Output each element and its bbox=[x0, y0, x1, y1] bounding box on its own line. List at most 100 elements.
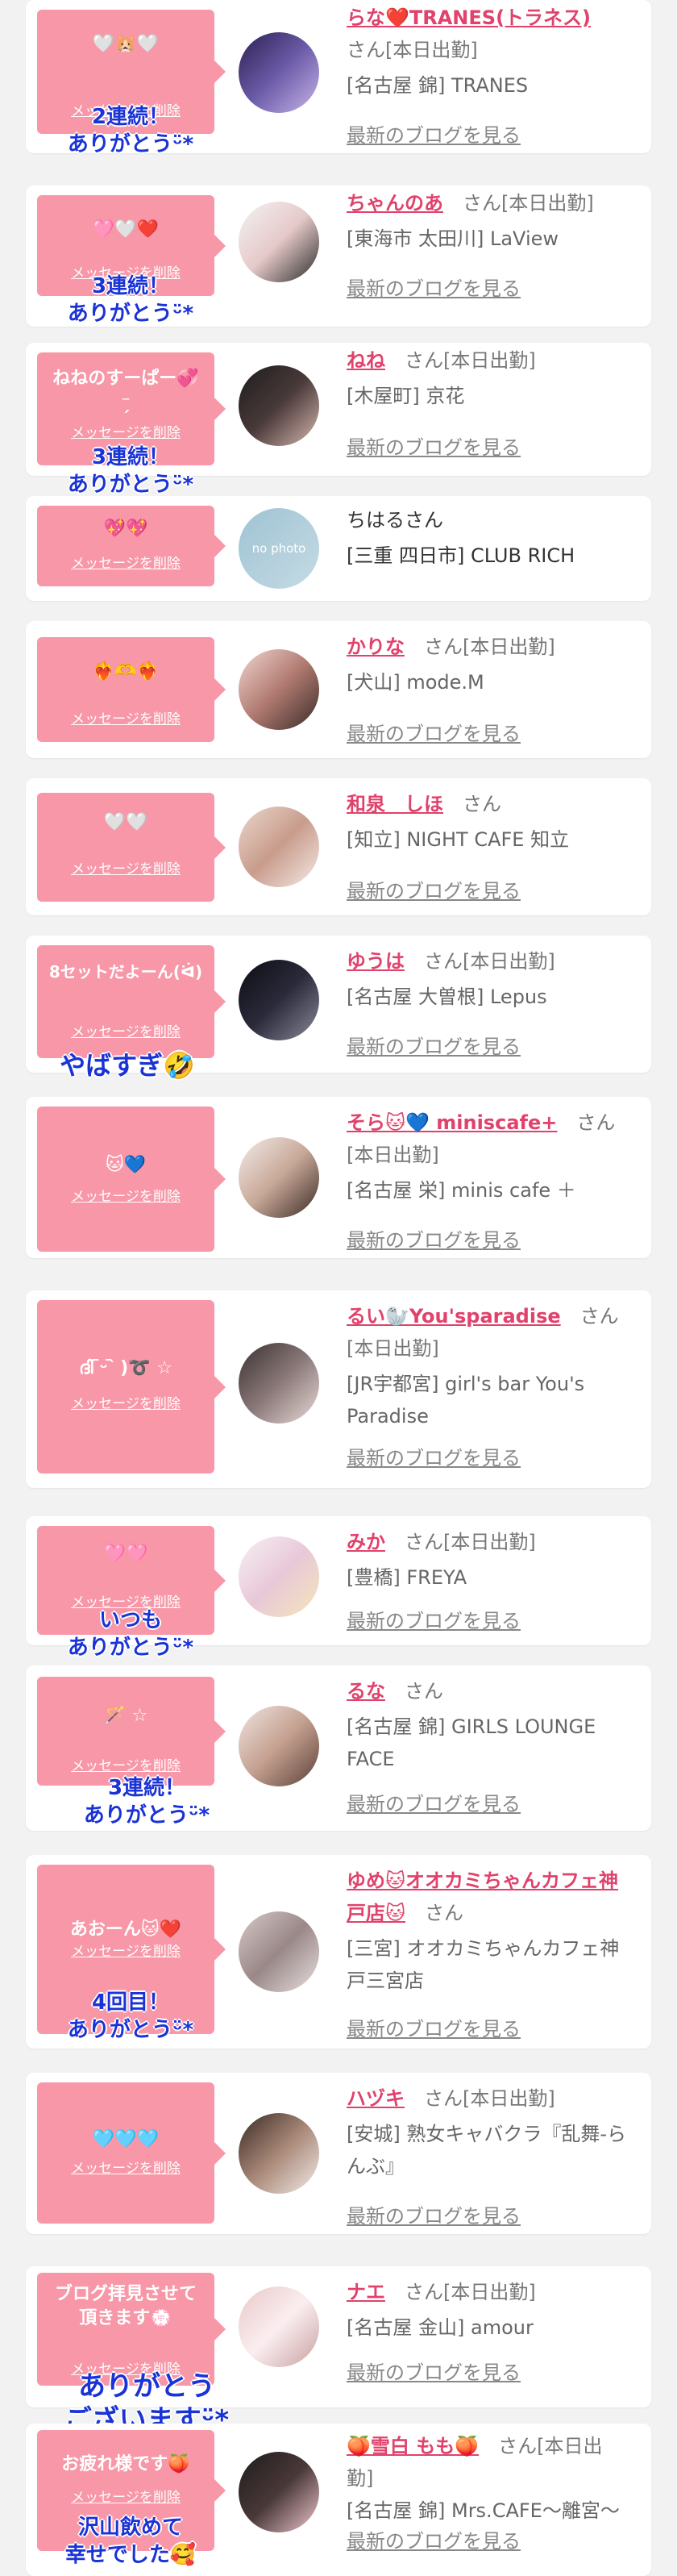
delete-message-button[interactable]: メッセージを削除 bbox=[37, 1392, 214, 1412]
cast-name-link[interactable]: ゆめ🐱オオカミちゃんカフェ神戸店🐱 bbox=[347, 1869, 618, 1924]
cast-name-link[interactable]: かりな bbox=[347, 636, 405, 658]
cast-suffix: さん[本日出勤] bbox=[405, 1531, 536, 1553]
cast-info: ゆうは さん[本日出勤] [名古屋 大曽根] Lepus bbox=[347, 945, 627, 1013]
avatar[interactable]: no photo bbox=[239, 508, 319, 589]
thanks-overlay-text: 3連続！ ありがとうᵕ̈* bbox=[83, 1776, 210, 1828]
delete-message-button[interactable]: メッセージを削除 bbox=[37, 552, 214, 572]
cast-name-link[interactable]: るい🦭You'sparadise bbox=[347, 1305, 561, 1328]
cast-info: 🍑雪白 もも🍑 さん[本日出勤] [名古屋 錦] Mrs.CAFE〜離宮〜 bbox=[347, 2430, 627, 2527]
cast-name-link[interactable]: ちゃんのあ bbox=[347, 192, 443, 215]
avatar[interactable] bbox=[239, 1343, 319, 1423]
message-bubble: ブログ拝見させて 頂きます💮 メッセージを削除 bbox=[37, 2273, 226, 2386]
message-bubble: ❤️‍🔥🫶❤️‍🔥 メッセージを削除 bbox=[37, 637, 226, 742]
cast-info: みか さん[本日出勤] [豊橋] FREYA bbox=[347, 1526, 627, 1594]
cast-name-line: ナエ さん[本日出勤] bbox=[347, 2276, 627, 2308]
cast-suffix: さん[本日出勤] bbox=[424, 950, 555, 973]
avatar[interactable] bbox=[239, 2113, 319, 2194]
avatar[interactable] bbox=[239, 1911, 319, 1992]
latest-blog-link[interactable]: 最新のブログを見る bbox=[347, 718, 521, 746]
avatar[interactable] bbox=[239, 365, 319, 446]
message-text: ブログ拝見させて 頂きます💮 bbox=[54, 2284, 197, 2328]
message-bubble: 8セットだよーん(ᐛ) メッセージを削除 bbox=[37, 945, 226, 1058]
avatar-label: no photo bbox=[251, 541, 306, 556]
cast-info: るな さん [名古屋 錦] GIRLS LOUNGE FACE bbox=[347, 1675, 627, 1775]
cast-name: ちはる bbox=[347, 509, 405, 531]
cast-name-line: かりな さん[本日出勤] bbox=[347, 631, 627, 663]
message-text: お疲れ様です🍑 bbox=[61, 2454, 190, 2474]
latest-blog-link[interactable]: 最新のブログを見る bbox=[347, 875, 521, 903]
latest-blog-link[interactable]: 最新のブログを見る bbox=[347, 2013, 521, 2041]
cast-info: ちゃんのあ さん[本日出勤] [東海市 太田川] LaView bbox=[347, 187, 627, 255]
message-card: お疲れ様です🍑 メッセージを削除 沢山飲めて 幸せでした🥰 🍑雪白 もも🍑 さん… bbox=[26, 2424, 651, 2576]
message-card: 💖💖 メッセージを削除 no photo ちはるさん [三重 四日市] CLUB… bbox=[26, 496, 651, 601]
avatar[interactable] bbox=[239, 32, 319, 113]
delete-message-button[interactable]: メッセージを削除 bbox=[37, 1020, 214, 1040]
message-card: 8セットだよーん(ᐛ) メッセージを削除 やばすぎ🤣 ゆうは さん[本日出勤] … bbox=[26, 936, 651, 1081]
shop-info: [犬山] mode.M bbox=[347, 671, 484, 694]
message-card: 🐱💙 メッセージを削除 そら🐱💙 miniscafe+ さん[本日出勤] [名古… bbox=[26, 1097, 651, 1258]
cast-name-link[interactable]: るな bbox=[347, 1680, 385, 1703]
message-bubble: 💖💖 メッセージを削除 bbox=[37, 506, 226, 586]
latest-blog-link[interactable]: 最新のブログを見る bbox=[347, 119, 521, 148]
latest-blog-link[interactable]: 最新のブログを見る bbox=[347, 1031, 521, 1059]
message-text: あおーん🐱❤️ bbox=[69, 1919, 182, 1940]
latest-blog-link[interactable]: 最新のブログを見る bbox=[347, 2200, 521, 2228]
shop-info: [名古屋 錦] GIRLS LOUNGE FACE bbox=[347, 1715, 596, 1770]
avatar[interactable] bbox=[239, 202, 319, 282]
avatar[interactable] bbox=[239, 807, 319, 887]
cast-name-line: 和泉 しほ さん bbox=[347, 788, 627, 820]
message-card: ねねのすーぱー💞 ⁻̗ メッセージを削除 3連続！ ありがとうᵕ̈* ねね さん… bbox=[26, 343, 651, 497]
delete-message-button[interactable]: メッセージを削除 bbox=[37, 1754, 214, 1774]
cast-name-link[interactable]: ナエ bbox=[347, 2281, 385, 2303]
cast-name-line: ちゃんのあ さん[本日出勤] bbox=[347, 187, 627, 219]
delete-message-button[interactable]: メッセージを削除 bbox=[37, 421, 214, 441]
message-text: 🩷🩷 bbox=[103, 1544, 148, 1564]
avatar[interactable] bbox=[239, 1536, 319, 1617]
shop-info: [名古屋 錦] Mrs.CAFE〜離宮〜 bbox=[347, 2499, 620, 2522]
message-bubble: 🤍🤍 メッセージを削除 bbox=[37, 793, 226, 902]
avatar[interactable] bbox=[239, 649, 319, 730]
cast-name-link[interactable]: そら🐱💙 miniscafe+ bbox=[347, 1111, 557, 1134]
shop-info: [名古屋 栄] minis cafe ＋ bbox=[347, 1179, 576, 1202]
message-text: 🩵🩵🩵 bbox=[92, 2129, 160, 2149]
message-card: 🪄 ☆ メッセージを削除 3連続！ ありがとうᵕ̈* るな さん [名古屋 錦]… bbox=[26, 1665, 651, 1831]
delete-message-button[interactable]: メッセージを削除 bbox=[37, 1940, 214, 1960]
thanks-overlay-text: 3連続！ ありがとうᵕ̈* bbox=[67, 274, 194, 326]
cast-suffix: さん bbox=[425, 1902, 464, 1924]
delete-message-button[interactable]: メッセージを削除 bbox=[37, 1185, 214, 1205]
latest-blog-link[interactable]: 最新のブログを見る bbox=[347, 1788, 521, 1816]
avatar[interactable] bbox=[239, 960, 319, 1040]
cast-name-link[interactable]: ハヅキ bbox=[347, 2087, 405, 2110]
avatar[interactable] bbox=[239, 1706, 319, 1786]
latest-blog-link[interactable]: 最新のブログを見る bbox=[347, 2525, 521, 2553]
delete-message-button[interactable]: メッセージを削除 bbox=[37, 857, 214, 877]
avatar[interactable] bbox=[239, 2286, 319, 2367]
message-bubble: 🐱💙 メッセージを削除 bbox=[37, 1107, 226, 1252]
latest-blog-link[interactable]: 最新のブログを見る bbox=[347, 1224, 521, 1253]
latest-blog-link[interactable]: 最新のブログを見る bbox=[347, 273, 521, 301]
delete-message-button[interactable]: メッセージを削除 bbox=[37, 707, 214, 727]
cast-name-link[interactable]: らな❤️TRANES(トラネス) bbox=[347, 6, 591, 29]
cast-name-link[interactable]: みか bbox=[347, 1531, 385, 1553]
latest-blog-link[interactable]: 最新のブログを見る bbox=[347, 431, 521, 460]
message-text: 🐱💙 bbox=[105, 1155, 147, 1175]
delete-message-button[interactable]: メッセージを削除 bbox=[37, 2486, 214, 2506]
cast-name-link[interactable]: 🍑雪白 もも🍑 bbox=[347, 2435, 479, 2457]
avatar[interactable] bbox=[239, 1137, 319, 1218]
cast-suffix: さん bbox=[405, 1680, 443, 1703]
shop-info: [名古屋 金山] amour bbox=[347, 2316, 534, 2339]
delete-message-button[interactable]: メッセージを削除 bbox=[37, 2157, 214, 2177]
latest-blog-link[interactable]: 最新のブログを見る bbox=[347, 2357, 521, 2385]
message-card: あおーん🐱❤️ メッセージを削除 4回目！ ありがとうᵕ̈* ゆめ🐱オオカミちゃ… bbox=[26, 1855, 651, 2049]
cast-name-link[interactable]: ねね bbox=[347, 349, 385, 372]
message-text: 🪄 ☆ bbox=[103, 1706, 148, 1726]
message-card: 🤍🤍 メッセージを削除 和泉 しほ さん [知立] NIGHT CAFE 知立 … bbox=[26, 778, 651, 915]
cast-info: かりな さん[本日出勤] [犬山] mode.M bbox=[347, 631, 627, 698]
cast-name-link[interactable]: 和泉 しほ bbox=[347, 793, 443, 815]
cast-suffix: さん bbox=[463, 793, 501, 815]
latest-blog-link[interactable]: 最新のブログを見る bbox=[347, 1442, 521, 1470]
avatar[interactable] bbox=[239, 2452, 319, 2532]
cast-name-link[interactable]: ゆうは bbox=[347, 950, 405, 973]
message-card: ❤️‍🔥🫶❤️‍🔥 メッセージを削除 かりな さん[本日出勤] [犬山] mod… bbox=[26, 621, 651, 758]
latest-blog-link[interactable]: 最新のブログを見る bbox=[347, 1605, 521, 1633]
